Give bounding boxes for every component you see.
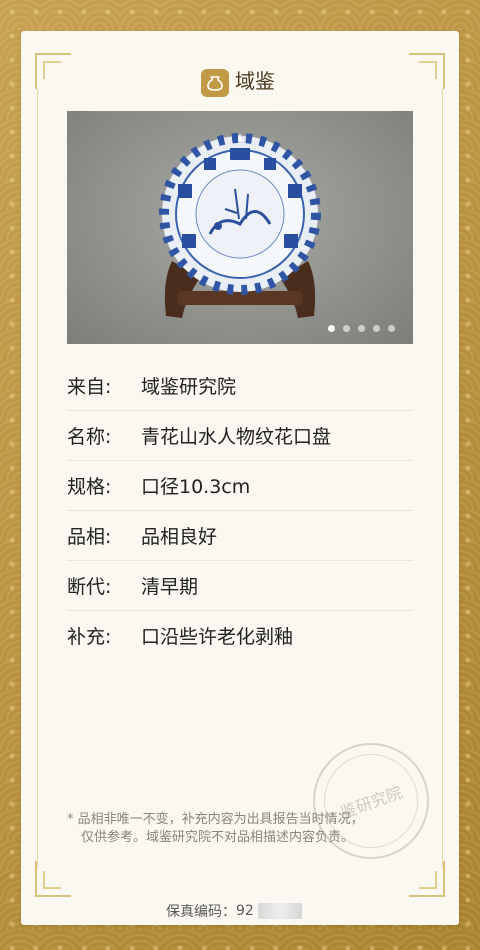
carousel-dot[interactable] (358, 325, 365, 332)
detail-row-size: 规格: 口径10.3cm (67, 461, 413, 511)
carousel-dot[interactable] (328, 325, 335, 332)
brand-name: 域鉴 (235, 68, 275, 93)
detail-label: 补充: (67, 626, 112, 648)
detail-label: 名称: (67, 426, 112, 448)
detail-value: 青花山水人物纹花口盘 (141, 426, 332, 448)
disclaimer-note: * 品相非唯一不变，补充内容为出具报告当时情况， 仅供参考。域鉴研究院不对品相描… (67, 811, 422, 847)
serial-redacted (257, 903, 302, 919)
detail-value: 清早期 (141, 576, 199, 598)
detail-value: 口径10.3cm (141, 476, 251, 498)
serial-prefix: 92 (236, 903, 254, 919)
corner-ornament (409, 53, 445, 89)
detail-value: 品相良好 (141, 526, 218, 548)
carousel-dot[interactable] (388, 325, 395, 332)
detail-label: 规格: (67, 476, 112, 498)
detail-row-source: 来自: 域鉴研究院 (67, 361, 413, 411)
authenticity-code: 保真编码： 92 (166, 901, 302, 921)
carousel-dot[interactable] (373, 325, 380, 332)
detail-label: 品相: (67, 526, 112, 548)
corner-ornament (409, 861, 445, 897)
disclaimer-line: 仅供参考。域鉴研究院不对品相描述内容负责。 (81, 830, 355, 845)
detail-row-dating: 断代: 清早期 (67, 561, 413, 611)
brand-logo: 域鉴 · · · · · · · · · · (201, 65, 321, 101)
detail-row-name: 名称: 青花山水人物纹花口盘 (67, 411, 413, 461)
detail-row-supplement: 补充: 口沿些许老化剥釉 (67, 611, 413, 660)
detail-value: 口沿些许老化剥釉 (141, 626, 294, 648)
detail-label: 来自: (67, 376, 112, 398)
detail-row-condition: 品相: 品相良好 (67, 511, 413, 561)
item-photo-carousel[interactable] (67, 111, 413, 344)
certificate-card: 域鉴 · · · · · · · · · · 来自: 域鉴研究院 名称: 青花山… (21, 31, 459, 925)
carousel-dot[interactable] (343, 325, 350, 332)
frame-line-left (37, 89, 38, 869)
serial-label: 保真编码： (166, 904, 236, 920)
frame-line-right (442, 89, 443, 869)
pot-icon (201, 69, 229, 97)
detail-label: 断代: (67, 576, 112, 598)
corner-ornament (35, 861, 71, 897)
item-details: 来自: 域鉴研究院 名称: 青花山水人物纹花口盘 规格: 口径10.3cm 品相… (67, 361, 413, 660)
carousel-dots (328, 325, 395, 332)
corner-ornament (35, 53, 71, 89)
brand-tagline: · · · · · · · · · · (235, 91, 279, 97)
porcelain-plate-photo (159, 133, 321, 318)
disclaimer-line: * 品相非唯一不变，补充内容为出具报告当时情况， (67, 812, 364, 827)
detail-value: 域鉴研究院 (141, 376, 237, 398)
